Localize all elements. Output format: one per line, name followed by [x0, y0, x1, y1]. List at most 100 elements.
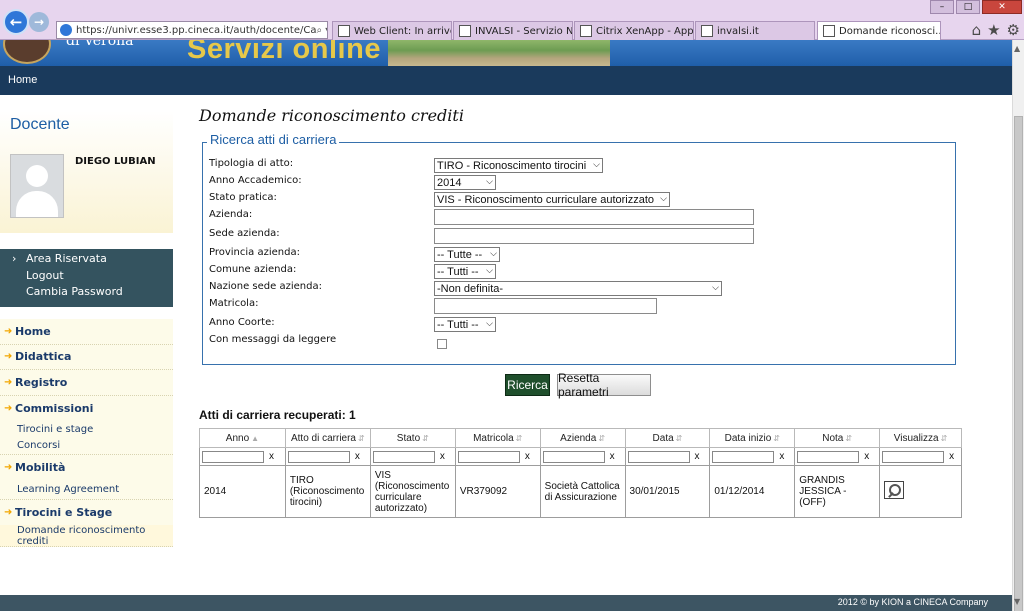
tab-favicon-icon — [459, 25, 471, 37]
cambia-password-link[interactable]: Cambia Password — [26, 285, 123, 298]
filter-input[interactable] — [542, 450, 605, 463]
clear-filter-icon[interactable]: x — [355, 451, 360, 462]
comune-select[interactable]: -- Tutti -- ⌵ — [434, 264, 496, 279]
clear-filter-icon[interactable]: x — [949, 451, 954, 462]
sidebar-item-commissioni[interactable]: ➜ Commissioni — [0, 395, 173, 421]
sidebar-subitem-domande-riconoscimento[interactable]: Domande riconoscimento crediti — [0, 525, 173, 547]
filter-input[interactable] — [287, 450, 350, 463]
chevron-down-icon: ⌵ — [490, 248, 497, 258]
maximize-icon[interactable]: □ — [956, 0, 980, 14]
provincia-select[interactable]: -- Tutte -- ⌵ — [434, 247, 500, 262]
reset-button[interactable]: Resetta parametri — [557, 371, 651, 399]
coorte-value: -- Tutti -- — [437, 318, 479, 331]
arrow-right-icon: ➜ — [4, 506, 13, 518]
filter-input[interactable] — [372, 450, 435, 463]
clear-filter-icon[interactable]: x — [610, 451, 615, 462]
clear-filter-icon[interactable]: x — [779, 451, 784, 462]
minimize-icon[interactable]: – — [930, 0, 954, 14]
sidebar-item-mobilita[interactable]: ➜ Mobilità — [0, 455, 173, 481]
profile-box: Docente DIEGO LUBIAN — [0, 111, 173, 233]
cell-azienda: Società Cattolica di Assicurazione — [539, 465, 626, 518]
sidebar-item-didattica[interactable]: ➜ Didattica — [0, 344, 173, 370]
settings-gear-icon[interactable]: ⚙ — [1007, 21, 1020, 39]
stato-select[interactable]: VIS - Riconoscimento curriculare autoriz… — [434, 192, 670, 207]
column-header-azienda[interactable]: Azienda ⇵ — [539, 428, 626, 448]
filter-cell: x — [709, 447, 796, 466]
clear-filter-icon[interactable]: x — [695, 451, 700, 462]
vertical-scrollbar[interactable]: ▲ ▼ — [1012, 40, 1024, 611]
refresh-icon[interactable]: ⌕ ▾ ↻ — [316, 25, 327, 36]
address-bar[interactable]: https://univr.esse3.pp.cineca.it/auth/do… — [56, 21, 328, 39]
anno-select[interactable]: 2014 ⌵ — [434, 175, 496, 190]
sidebar-item-registro[interactable]: ➜ Registro — [0, 370, 173, 396]
matricola-input[interactable] — [434, 298, 657, 314]
clear-filter-icon[interactable]: x — [440, 451, 445, 462]
filter-input[interactable] — [882, 450, 945, 463]
tab-domande[interactable]: Domande riconosci... × — [817, 21, 941, 40]
nazione-select[interactable]: -Non definita- ⌵ — [434, 281, 722, 296]
sidebar-subitem-tirocini-stage[interactable]: Tirocini e stage — [0, 421, 173, 437]
browser-toolbar-icons: ⌂ ★ ⚙ — [972, 21, 1020, 39]
forward-button[interactable]: → — [29, 12, 49, 32]
tab-webclient[interactable]: Web Client: In arrivo (1... — [332, 21, 452, 40]
column-header-visualizza[interactable]: Visualizza ⇵ — [879, 428, 962, 448]
area-riservata-link[interactable]: Area Riservata — [26, 252, 107, 265]
tipologia-select[interactable]: TIRO - Riconoscimento tirocini ⌵ — [434, 158, 603, 173]
scroll-up-icon[interactable]: ▲ — [1014, 44, 1020, 53]
tab-citrix[interactable]: Citrix XenApp - Applic... — [574, 21, 694, 40]
tab-label: Domande riconosci... — [839, 25, 941, 37]
filter-input[interactable] — [457, 450, 520, 463]
sort-icon: ⇵ — [515, 433, 523, 443]
sidebar-subitem-concorsi[interactable]: Concorsi — [0, 437, 173, 455]
logout-link[interactable]: Logout — [26, 269, 64, 282]
filter-cell: x — [454, 447, 541, 466]
arrow-right-icon: ➜ — [4, 462, 13, 474]
university-name: di Verona — [66, 40, 134, 49]
avatar-head-icon — [26, 165, 48, 187]
search-button[interactable]: Ricerca — [505, 374, 550, 396]
filter-cell: x — [624, 447, 711, 466]
column-header-anno[interactable]: Anno ▲ — [199, 428, 286, 448]
filter-input[interactable] — [712, 450, 775, 463]
column-header-atto[interactable]: Atto di carriera ⇵ — [284, 428, 371, 448]
column-header-data[interactable]: Data ⇵ — [624, 428, 711, 448]
filter-input[interactable] — [627, 450, 690, 463]
column-header-label: Stato — [396, 432, 421, 444]
browser-chrome: ← → https://univr.esse3.pp.cineca.it/aut… — [0, 0, 1024, 40]
sede-input[interactable] — [434, 228, 754, 244]
filter-cell: x — [284, 447, 371, 466]
sidebar-item-home[interactable]: ➜ Home — [0, 319, 173, 345]
column-header-nota[interactable]: Nota ⇵ — [794, 428, 881, 448]
home-icon[interactable]: ⌂ — [972, 21, 982, 39]
filter-input[interactable] — [797, 450, 860, 463]
banner-photo — [388, 40, 610, 66]
favorites-star-icon[interactable]: ★ — [987, 21, 1000, 39]
column-header-data-inizio[interactable]: Data inizio ⇵ — [709, 428, 796, 448]
tab-label: INVALSI - Servizio Nazi... — [475, 25, 573, 37]
clear-filter-icon[interactable]: x — [269, 451, 274, 462]
filter-input[interactable] — [202, 450, 264, 463]
column-header-matricola[interactable]: Matricola ⇵ — [454, 428, 541, 448]
column-header-stato[interactable]: Stato ⇵ — [369, 428, 456, 448]
sidebar-title: Docente — [10, 116, 70, 133]
clear-filter-icon[interactable]: x — [525, 451, 530, 462]
window-close-icon[interactable]: ✕ — [982, 0, 1022, 14]
sidebar-subitem-learning-agreement[interactable]: Learning Agreement — [0, 480, 173, 500]
nav-home-link[interactable]: Home — [8, 74, 37, 86]
tab-invalsi-servizio[interactable]: INVALSI - Servizio Nazi... — [453, 21, 573, 40]
search-legend: Ricerca atti di carriera — [207, 132, 340, 147]
back-button[interactable]: ← — [3, 9, 29, 35]
coorte-label: Anno Coorte: — [209, 317, 275, 328]
clear-filter-icon[interactable]: x — [864, 451, 869, 462]
azienda-input[interactable] — [434, 209, 754, 225]
comune-label: Comune azienda: — [209, 264, 297, 275]
scrollbar-thumb[interactable] — [1014, 116, 1023, 611]
sidebar-item-label: Home — [15, 324, 51, 338]
view-magnifier-icon[interactable] — [884, 481, 905, 499]
sort-icon: ⇵ — [598, 433, 606, 443]
coorte-select[interactable]: -- Tutti -- ⌵ — [434, 317, 496, 332]
messaggi-checkbox[interactable] — [437, 339, 447, 349]
scroll-down-icon[interactable]: ▼ — [1014, 597, 1020, 606]
tab-invalsi-it[interactable]: invalsi.it — [695, 21, 815, 40]
sidebar-item-tirocini-e-stage[interactable]: ➜ Tirocini e Stage — [0, 499, 173, 525]
